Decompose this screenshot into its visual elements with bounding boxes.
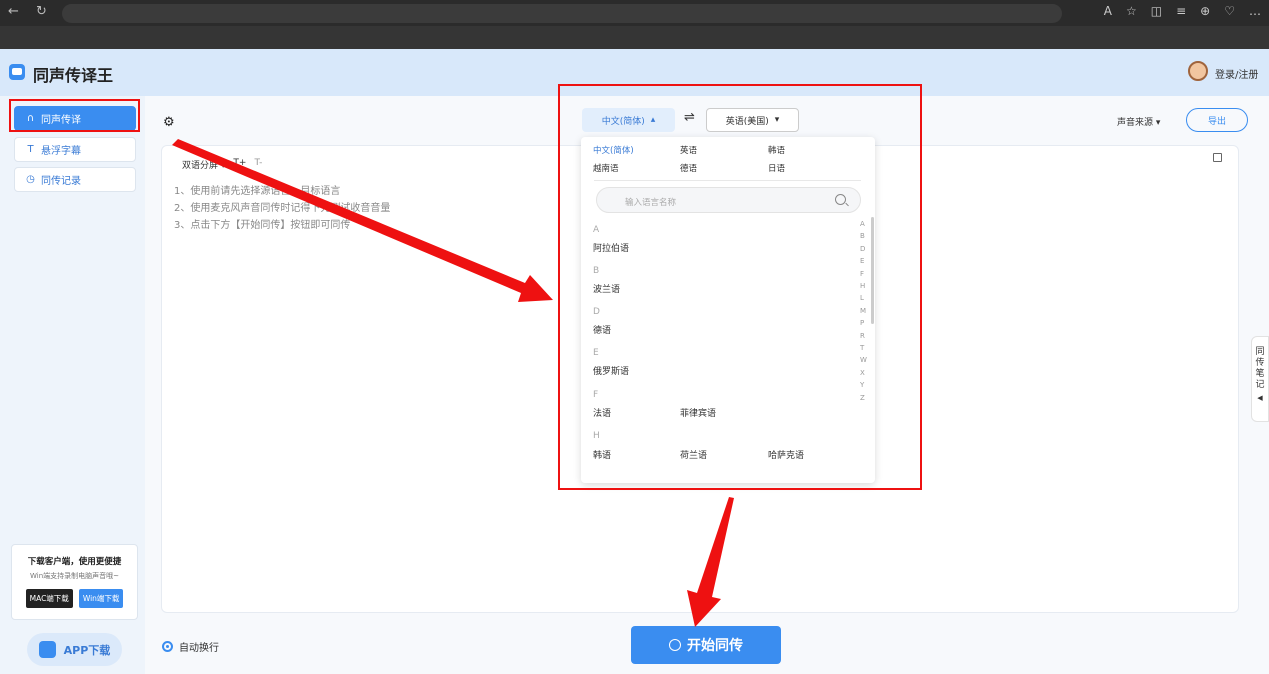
read-aloud-icon[interactable]: A bbox=[1104, 4, 1112, 18]
font-decrease-button[interactable]: T- bbox=[254, 158, 262, 171]
subtitle-icon: T bbox=[27, 144, 34, 155]
collections-icon[interactable]: ⊕ bbox=[1200, 4, 1210, 18]
win-download-button[interactable]: Win端下载 bbox=[78, 589, 124, 608]
start-interpretation-button[interactable]: 开始同传 bbox=[631, 626, 781, 664]
mac-download-button[interactable]: MAC端下载 bbox=[25, 589, 73, 608]
microphone-icon bbox=[669, 639, 681, 651]
sidebar-item-label: 悬浮字幕 bbox=[41, 146, 81, 157]
app-logo-icon bbox=[9, 64, 25, 80]
sidebar-item-subtitle[interactable]: T 悬浮字幕 bbox=[14, 137, 136, 162]
address-bar[interactable] bbox=[62, 4, 1062, 23]
more-icon[interactable]: … bbox=[1249, 4, 1261, 18]
app-icon bbox=[38, 641, 56, 658]
start-label: 开始同传 bbox=[687, 638, 743, 654]
sound-source-select[interactable]: 声音来源 ▾ bbox=[1117, 115, 1160, 128]
app-download-button[interactable]: APP下载 bbox=[27, 633, 122, 666]
gear-icon[interactable]: ⚙ bbox=[163, 115, 175, 130]
app-download-label: APP下载 bbox=[63, 643, 111, 657]
app-title: 同声传译王 bbox=[33, 66, 114, 85]
favorite-icon[interactable]: ☆ bbox=[1126, 4, 1137, 18]
sidebar-item-records[interactable]: ◷ 同传记录 bbox=[14, 167, 136, 192]
auto-wrap-label: 自动换行 bbox=[179, 643, 219, 654]
highlight-box-dropdown bbox=[558, 84, 922, 490]
refresh-icon[interactable]: ↻ bbox=[36, 4, 47, 19]
notes-tab-label: 同传笔记 bbox=[1255, 347, 1265, 390]
font-increase-button[interactable]: T+ bbox=[233, 158, 246, 171]
extension-icon[interactable]: ♡ bbox=[1224, 4, 1235, 18]
highlight-box-sidebar bbox=[9, 99, 140, 132]
download-promo: 下载客户端，使用更便捷 Win端支持录制电脑声音哦~ MAC端下载 Win端下载 bbox=[11, 544, 138, 620]
split-mode-select[interactable]: 双语分屏 ▾ bbox=[182, 158, 225, 171]
instruction-line: 3、点击下方【开始同传】按钮即可同传 bbox=[174, 220, 351, 231]
clock-icon: ◷ bbox=[26, 174, 35, 185]
instruction-line: 1、使用前请先选择源语言、目标语言 bbox=[174, 186, 341, 197]
login-link[interactable]: 登录/注册 bbox=[1215, 66, 1258, 81]
sidebar-item-label: 同传记录 bbox=[41, 176, 81, 187]
text-toolbar: 双语分屏 ▾ T+ T- bbox=[182, 158, 262, 171]
avatar[interactable] bbox=[1188, 61, 1208, 81]
expand-icon[interactable] bbox=[1213, 153, 1222, 162]
browser-strip bbox=[0, 26, 1269, 49]
promo-subtitle: Win端支持录制电脑声音哦~ bbox=[29, 572, 119, 580]
promo-title: 下载客户端，使用更便捷 bbox=[27, 557, 122, 567]
radio-icon bbox=[162, 641, 173, 652]
export-button[interactable]: 导出 bbox=[1186, 108, 1248, 132]
back-arrow-icon[interactable]: ← bbox=[8, 4, 19, 19]
browser-toolbar: ← ↻ A ☆ ◫ ≡ ⊕ ♡ … bbox=[0, 0, 1269, 26]
notes-tab[interactable]: 同传笔记 ◀ bbox=[1251, 336, 1269, 422]
caret-left-icon: ◀ bbox=[1257, 394, 1263, 402]
split-screen-icon[interactable]: ◫ bbox=[1151, 4, 1162, 18]
favorites-icon[interactable]: ≡ bbox=[1176, 4, 1186, 18]
auto-wrap-option[interactable]: 自动换行 bbox=[162, 639, 219, 654]
instruction-line: 2、使用麦克风声音同传时记得下先测试收音音量 bbox=[174, 203, 391, 214]
